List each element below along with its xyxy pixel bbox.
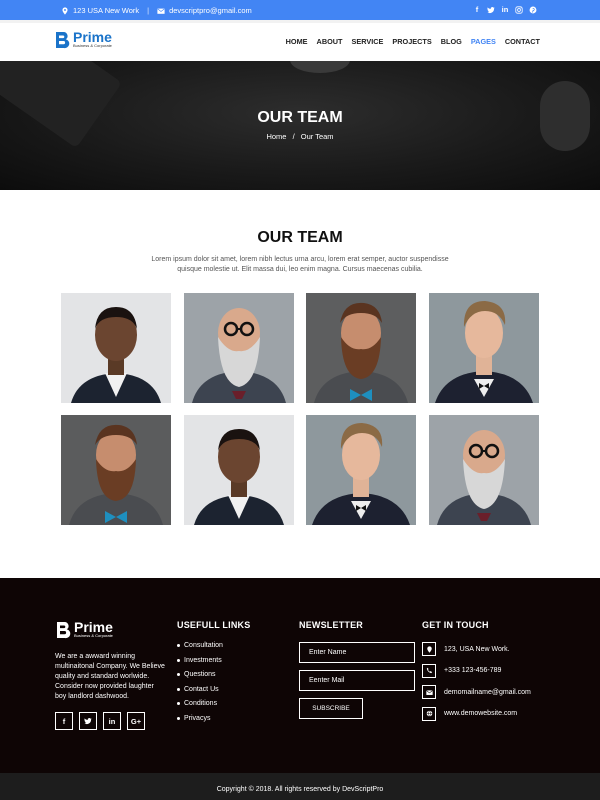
- contact-phone[interactable]: +333 123-456-789: [444, 667, 501, 674]
- phone-icon: [422, 663, 436, 678]
- footer-newsletter-column: NEWSLETTER Enter Name Eenter Mail SUBSCR…: [299, 620, 415, 719]
- footer-logo-brand: Prime: [74, 619, 113, 635]
- footer-link-conditions[interactable]: Conditions: [177, 700, 250, 707]
- site-logo[interactable]: Prime Business & Corporate: [54, 29, 112, 49]
- footer-link-privacys[interactable]: Privacys: [177, 715, 250, 722]
- top-contact-bar: 123 USA New Work | devscriptpro@gmail.co…: [0, 0, 600, 20]
- team-member-card[interactable]: [61, 415, 171, 525]
- contact-website[interactable]: www.demowebsite.com: [444, 710, 517, 717]
- map-pin-icon: [62, 6, 68, 15]
- hero-mouse-shape: [290, 61, 350, 73]
- newsletter-email-input[interactable]: Eenter Mail: [299, 670, 415, 691]
- subscribe-button[interactable]: SUBSCRIBE: [299, 698, 363, 719]
- team-section-title: OUR TEAM: [257, 229, 343, 246]
- nav-home[interactable]: HOME: [286, 37, 308, 46]
- hero-title: OUR TEAM: [257, 109, 343, 126]
- logo-tagline: Business & Corporate: [73, 43, 112, 48]
- team-member-card[interactable]: [183, 415, 294, 525]
- footer-logo-tagline: Business & Corporate: [74, 633, 113, 638]
- page-hero-banner: OUR TEAM Home / Our Team: [0, 61, 600, 190]
- footer-google-plus-icon[interactable]: G+: [127, 712, 145, 730]
- footer-contact-column: GET IN TOUCH 123, USA New Work. +333 123…: [422, 620, 531, 728]
- team-member-card[interactable]: [306, 293, 416, 403]
- team-member-card[interactable]: [306, 415, 416, 525]
- copyright-bar: Copyright © 2018. All rights reserved by…: [0, 773, 600, 800]
- main-nav: HOME ABOUT SERVICE PROJECTS BLOG PAGES C…: [286, 37, 540, 46]
- footer-linkedin-icon[interactable]: in: [103, 712, 121, 730]
- site-header: Prime Business & Corporate HOME ABOUT SE…: [0, 20, 600, 61]
- nav-projects[interactable]: PROJECTS: [392, 37, 431, 46]
- breadcrumb-separator: /: [292, 132, 295, 141]
- team-member-photo: [428, 415, 539, 525]
- nav-pages[interactable]: PAGES: [471, 37, 496, 46]
- footer-link-contact-us[interactable]: Contact Us: [177, 686, 250, 693]
- top-contact-info: 123 USA New Work | devscriptpro@gmail.co…: [61, 6, 252, 15]
- linkedin-icon[interactable]: in: [501, 5, 509, 14]
- pinterest-icon[interactable]: [529, 5, 537, 14]
- footer-logo[interactable]: Prime Business & Corporate: [55, 619, 113, 639]
- footer-link-investments[interactable]: Investments: [177, 657, 250, 664]
- footer-twitter-icon[interactable]: [79, 712, 97, 730]
- contact-email[interactable]: demomailname@gmail.com: [444, 689, 531, 696]
- logo-brand: Prime: [73, 29, 112, 45]
- top-email[interactable]: devscriptpro@gmail.com: [169, 6, 252, 15]
- contact-email-row: demomailname@gmail.com: [422, 685, 531, 699]
- nav-contact[interactable]: CONTACT: [505, 37, 540, 46]
- envelope-icon: [157, 8, 165, 14]
- top-social-links: f in: [473, 5, 537, 14]
- nav-service[interactable]: SERVICE: [352, 37, 384, 46]
- facebook-icon[interactable]: f: [473, 5, 481, 14]
- team-member-card[interactable]: [428, 293, 539, 403]
- team-member-card[interactable]: [428, 415, 539, 525]
- logo-mark-icon: [56, 31, 70, 49]
- map-pin-icon: [422, 642, 436, 656]
- team-member-photo: [183, 293, 294, 403]
- contact-phone-row: +333 123-456-789: [422, 663, 531, 678]
- team-section-description: Lorem ipsum dolor sit amet, lorem nibh l…: [151, 256, 449, 273]
- site-footer: Prime Business & Corporate We are a awwa…: [0, 578, 600, 773]
- breadcrumb-current: Our Team: [300, 132, 334, 141]
- team-member-photo: [61, 293, 171, 403]
- contact-address: 123, USA New Work.: [444, 645, 510, 653]
- top-address: 123 USA New Work: [73, 6, 140, 15]
- contact-address-row: 123, USA New Work.: [422, 642, 531, 656]
- team-member-photo: [183, 415, 294, 525]
- team-member-photo: [61, 415, 171, 525]
- nav-blog[interactable]: BLOG: [441, 37, 462, 46]
- breadcrumb-home[interactable]: Home: [266, 132, 286, 141]
- team-member-photo: [306, 415, 416, 525]
- footer-links-list: Consultation Investments Questions Conta…: [177, 642, 250, 722]
- contact-website-row: www.demowebsite.com: [422, 706, 531, 721]
- footer-about-text: We are a awward winning multinaitonal Co…: [55, 653, 165, 700]
- instagram-icon[interactable]: [515, 5, 523, 14]
- nav-about[interactable]: ABOUT: [317, 37, 343, 46]
- footer-links-title: USEFULL LINKS: [177, 620, 251, 630]
- breadcrumb: Home / Our Team: [0, 132, 600, 141]
- get-in-touch-title: GET IN TOUCH: [422, 620, 489, 630]
- team-member-card[interactable]: [61, 293, 171, 403]
- footer-social-links: f in G+: [55, 712, 145, 730]
- team-member-photo: [306, 293, 416, 403]
- newsletter-name-input[interactable]: Enter Name: [299, 642, 415, 663]
- footer-link-consultation[interactable]: Consultation: [177, 642, 250, 649]
- top-separator: |: [147, 6, 150, 15]
- footer-links-column: USEFULL LINKS Consultation Investments Q…: [177, 620, 250, 729]
- footer-facebook-icon[interactable]: f: [55, 712, 73, 730]
- newsletter-title: NEWSLETTER: [299, 620, 363, 630]
- team-member-card[interactable]: [183, 293, 294, 403]
- team-grid: [61, 293, 539, 525]
- twitter-icon[interactable]: [487, 5, 495, 14]
- footer-link-questions[interactable]: Questions: [177, 671, 250, 678]
- footer-logo-mark-icon: [57, 621, 71, 639]
- globe-icon: [422, 706, 436, 721]
- team-member-photo: [428, 293, 539, 403]
- envelope-icon: [422, 685, 436, 699]
